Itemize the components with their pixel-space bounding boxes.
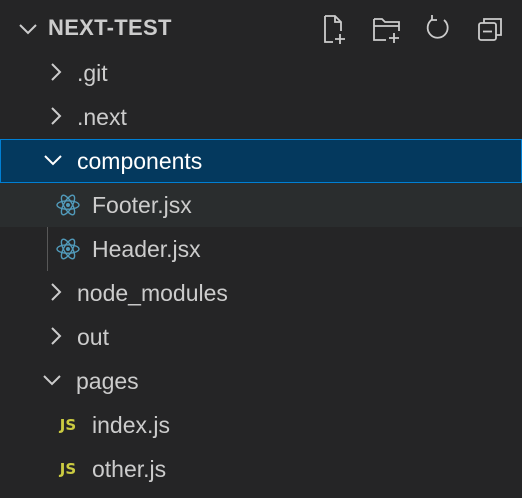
tree-item-label: pages [76, 368, 139, 394]
file-explorer: NEXT-TEST .git .next components Footer.j… [0, 0, 522, 498]
tree-item-label: Footer.jsx [92, 192, 192, 218]
javascript-file-icon: JS [59, 416, 77, 434]
chevron-right-icon [51, 107, 62, 125]
chevron-down-icon [44, 155, 62, 166]
tree-item-footer-jsx[interactable]: Footer.jsx [0, 183, 522, 227]
tree-item-git[interactable]: .git [0, 51, 522, 95]
tree-item-label: Header.jsx [92, 236, 201, 262]
new-file-button[interactable] [318, 13, 350, 45]
tree-item-label: out [77, 324, 109, 350]
chevron-down-icon[interactable] [17, 18, 39, 40]
tree-item-out[interactable]: out [0, 315, 522, 359]
javascript-file-icon: JS [59, 460, 77, 478]
tree-item-node-modules[interactable]: node_modules [0, 271, 522, 315]
new-folder-icon [373, 18, 400, 43]
explorer-section-header[interactable]: NEXT-TEST [0, 0, 522, 56]
refresh-button[interactable] [422, 13, 454, 45]
chevron-right-icon [51, 327, 62, 345]
tree-item-index-js[interactable]: JS index.js [0, 403, 522, 447]
tree-item-label: .git [77, 60, 108, 86]
tree-item-components[interactable]: components [0, 139, 522, 183]
tree-item-label: .next [77, 104, 127, 130]
chevron-right-icon [51, 63, 62, 81]
tree-item-label: index.js [92, 412, 170, 438]
new-file-icon [324, 15, 345, 44]
chevron-right-icon [51, 283, 62, 301]
tree-item-label: components [77, 148, 203, 174]
collapse-all-icon [478, 18, 502, 41]
tree-item-next[interactable]: .next [0, 95, 522, 139]
new-folder-button[interactable] [370, 13, 402, 45]
react-icon [56, 194, 80, 216]
chevron-down-icon [43, 375, 61, 386]
tree-item-other-js[interactable]: JS other.js [0, 447, 522, 491]
collapse-all-button[interactable] [474, 13, 506, 45]
tree-item-label: other.js [92, 456, 167, 482]
tree-item-label: node_modules [77, 280, 228, 306]
workspace-title: NEXT-TEST [48, 15, 172, 40]
tree-item-header-jsx[interactable]: Header.jsx [0, 227, 522, 271]
tree-item-pages[interactable]: pages [0, 359, 522, 403]
explorer-actions [318, 13, 508, 45]
react-icon [56, 238, 80, 260]
refresh-icon [426, 15, 449, 39]
